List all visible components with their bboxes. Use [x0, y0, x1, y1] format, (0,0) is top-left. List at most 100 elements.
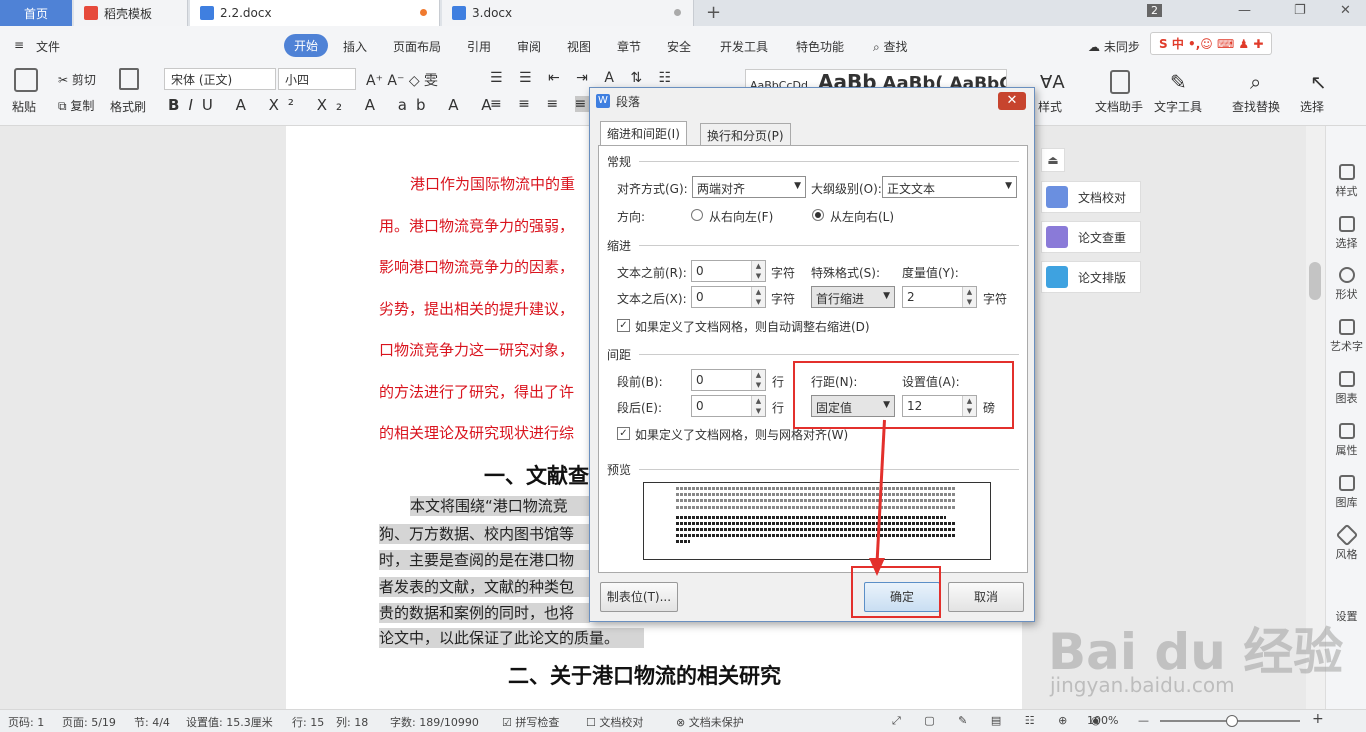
zoom-level[interactable]: 100% [1087, 714, 1118, 727]
doc-body-line[interactable]: 论文中，以此保证了此论文的质量。 [379, 628, 644, 648]
special-select[interactable]: 首行缩进 ▼ [811, 286, 895, 308]
close-window-icon[interactable]: ✕ [1340, 3, 1351, 18]
doc-heading-1[interactable]: 一、文献查 [484, 460, 589, 490]
zoom-in-icon[interactable]: + [1312, 711, 1324, 727]
styles-button[interactable]: 样式 [1038, 98, 1062, 115]
menu-review[interactable]: 审阅 [517, 38, 541, 55]
grow-font-icon[interactable]: A⁺ A⁻ ◇ 雯 [366, 70, 438, 90]
window-count-badge[interactable]: 2 [1147, 4, 1162, 17]
tab-line-page-break[interactable]: 换行和分页(P) [700, 123, 791, 145]
cut-button[interactable]: ✂ 剪切 [58, 71, 96, 88]
after-text-input[interactable]: 0 ▲ ▼ [691, 286, 766, 308]
select-cursor-icon[interactable]: ↖ [1310, 70, 1327, 94]
doc-body-line[interactable]: 者发表的文献，文献的种类包 [379, 577, 590, 597]
zoom-out-icon[interactable]: — [1138, 714, 1149, 727]
spell-check-button[interactable]: ☑ 拼写检查 [502, 714, 559, 730]
menu-layout[interactable]: 页面布局 [393, 38, 441, 55]
doc-helper-button[interactable]: 文档助手 [1095, 98, 1143, 115]
doc-red-line[interactable]: 港口作为国际物流中的重 [410, 174, 575, 194]
side-panel-layout[interactable]: 论文排版 [1041, 261, 1141, 293]
tab-doc-2-2[interactable]: 2.2.docx [190, 0, 440, 26]
cancel-button[interactable]: 取消 [948, 582, 1024, 612]
rtl-label[interactable]: 从右向左(F) [709, 208, 773, 225]
paste-icon[interactable] [14, 68, 38, 92]
menu-search[interactable]: ⌕ 查找 [873, 38, 908, 55]
restore-icon[interactable]: ❐ [1294, 3, 1306, 18]
copy-button[interactable]: ⧉ 复制 [58, 97, 94, 114]
grid-align-checkbox[interactable]: ✓ [617, 427, 630, 440]
select-button[interactable]: 选择 [1300, 98, 1324, 115]
doc-helper-icon[interactable] [1110, 70, 1130, 94]
doc-heading-2[interactable]: 二、关于港口物流的相关研究 [508, 660, 781, 690]
menu-view[interactable]: 视图 [567, 38, 591, 55]
zoom-slider-handle[interactable] [1226, 715, 1238, 727]
ime-toolbar[interactable]: S 中 •,☺ ⌨ ♟ ✚ [1150, 32, 1273, 55]
doc-body-line[interactable]: 狗、万方数据、校内图书馆等 [379, 524, 590, 544]
menu-insert[interactable]: 插入 [343, 38, 367, 55]
spinner-icon[interactable]: ▲ ▼ [962, 287, 976, 307]
spinner-icon[interactable]: ▲ ▼ [751, 261, 765, 281]
scrollbar-thumb[interactable] [1309, 262, 1321, 300]
space-before-input[interactable]: 0 ▲ ▼ [691, 369, 766, 391]
tab-doc-3[interactable]: 3.docx [442, 0, 694, 26]
doc-red-line[interactable]: 用。港口物流竞争力的强弱， [379, 216, 574, 236]
rb-gallery[interactable]: 图库 [1326, 475, 1366, 510]
tab-home[interactable]: 首页 [0, 0, 72, 26]
auto-indent-checkbox[interactable]: ✓ [617, 319, 630, 332]
before-text-input[interactable]: 0 ▲ ▼ [691, 260, 766, 282]
status-words[interactable]: 字数: 189/10990 [390, 714, 479, 730]
menu-references[interactable]: 引用 [467, 38, 491, 55]
font-size-select[interactable]: 小四 [278, 68, 356, 90]
paste-button[interactable]: 粘贴 [12, 98, 36, 115]
font-format-buttons[interactable]: BIU A X² X₂ A ab A A [168, 96, 501, 114]
menu-features[interactable]: 特色功能 [796, 38, 844, 55]
minimize-icon[interactable]: — [1238, 3, 1251, 18]
text-tools-icon[interactable]: ✎ [1170, 70, 1187, 94]
menu-home[interactable]: 开始 [284, 34, 329, 57]
rb-wordart[interactable]: 艺术字 [1326, 319, 1366, 354]
format-painter-button[interactable]: 格式刷 [110, 98, 146, 115]
format-painter-icon[interactable] [119, 68, 139, 90]
spinner-icon[interactable]: ▲ ▼ [751, 370, 765, 390]
text-tools-button[interactable]: 文字工具 [1154, 98, 1202, 115]
menu-security[interactable]: 安全 [667, 38, 691, 55]
menu-file[interactable]: 文件 [36, 38, 60, 55]
doc-body-line[interactable]: 本文将围绕“港口物流竞 [410, 496, 590, 516]
rb-shape[interactable]: 形状 [1326, 267, 1366, 302]
font-name-select[interactable]: 宋体 (正文) [164, 68, 276, 90]
dialog-titlebar[interactable]: W 段落 [590, 88, 1034, 114]
tab-indent-spacing[interactable]: 缩进和间距(I) [600, 121, 687, 146]
space-after-unit[interactable]: 行 [772, 399, 784, 416]
measure-input[interactable]: 2 ▲ ▼ [902, 286, 977, 308]
after-text-unit[interactable]: 字符 [771, 290, 795, 307]
outline-select[interactable]: 正文文本 ▼ [882, 176, 1017, 198]
ltr-label[interactable]: 从左向右(L) [830, 208, 894, 225]
collapse-panel-icon[interactable]: ⏏ [1041, 148, 1065, 172]
sync-status[interactable]: ☁ 未同步 [1088, 38, 1140, 55]
view-mode-icons[interactable]: ⤢ ▢ ✎ ▤ ☷ ⊕ ◉ [892, 714, 1110, 728]
list-buttons[interactable]: ☰ ☰ ⇤ ⇥ A ⇅ ☷ [490, 70, 677, 86]
auto-indent-label[interactable]: 如果定义了文档网格，则自动调整右缩进(D) [635, 318, 870, 335]
align-buttons[interactable]: ≡ ≡ ≡ ≡ [490, 96, 593, 112]
tab-template[interactable]: 稻壳模板 [74, 0, 188, 26]
menu-developer[interactable]: 开发工具 [720, 38, 768, 55]
menu-chapter[interactable]: 章节 [617, 38, 641, 55]
align-select[interactable]: 两端对齐 ▼ [692, 176, 806, 198]
new-tab-button[interactable]: + [706, 2, 721, 23]
protect-button[interactable]: ⊗ 文档未保护 [676, 714, 744, 730]
find-replace-icon[interactable]: ⌕ [1250, 70, 1261, 94]
before-text-unit[interactable]: 字符 [771, 264, 795, 281]
space-after-input[interactable]: 0 ▲ ▼ [691, 395, 766, 417]
dialog-close-button[interactable]: ✕ [998, 92, 1026, 110]
styles-icon[interactable]: ⱯA [1040, 72, 1065, 93]
space-before-unit[interactable]: 行 [772, 373, 784, 390]
tab-stops-button[interactable]: 制表位(T)... [600, 582, 678, 612]
proof-button[interactable]: ☐ 文档校对 [586, 714, 643, 730]
doc-red-line[interactable]: 口物流竞争力这一研究对象， [379, 340, 574, 360]
spinner-icon[interactable]: ▲ ▼ [751, 396, 765, 416]
side-panel-plagiarism[interactable]: 论文查重 [1041, 221, 1141, 253]
rb-properties[interactable]: 属性 [1326, 423, 1366, 458]
rb-theme[interactable]: 风格 [1326, 523, 1366, 562]
side-panel-proofread[interactable]: 文档校对 [1041, 181, 1141, 213]
doc-body-line[interactable]: 时，主要是查阅的是在港口物 [379, 550, 590, 570]
